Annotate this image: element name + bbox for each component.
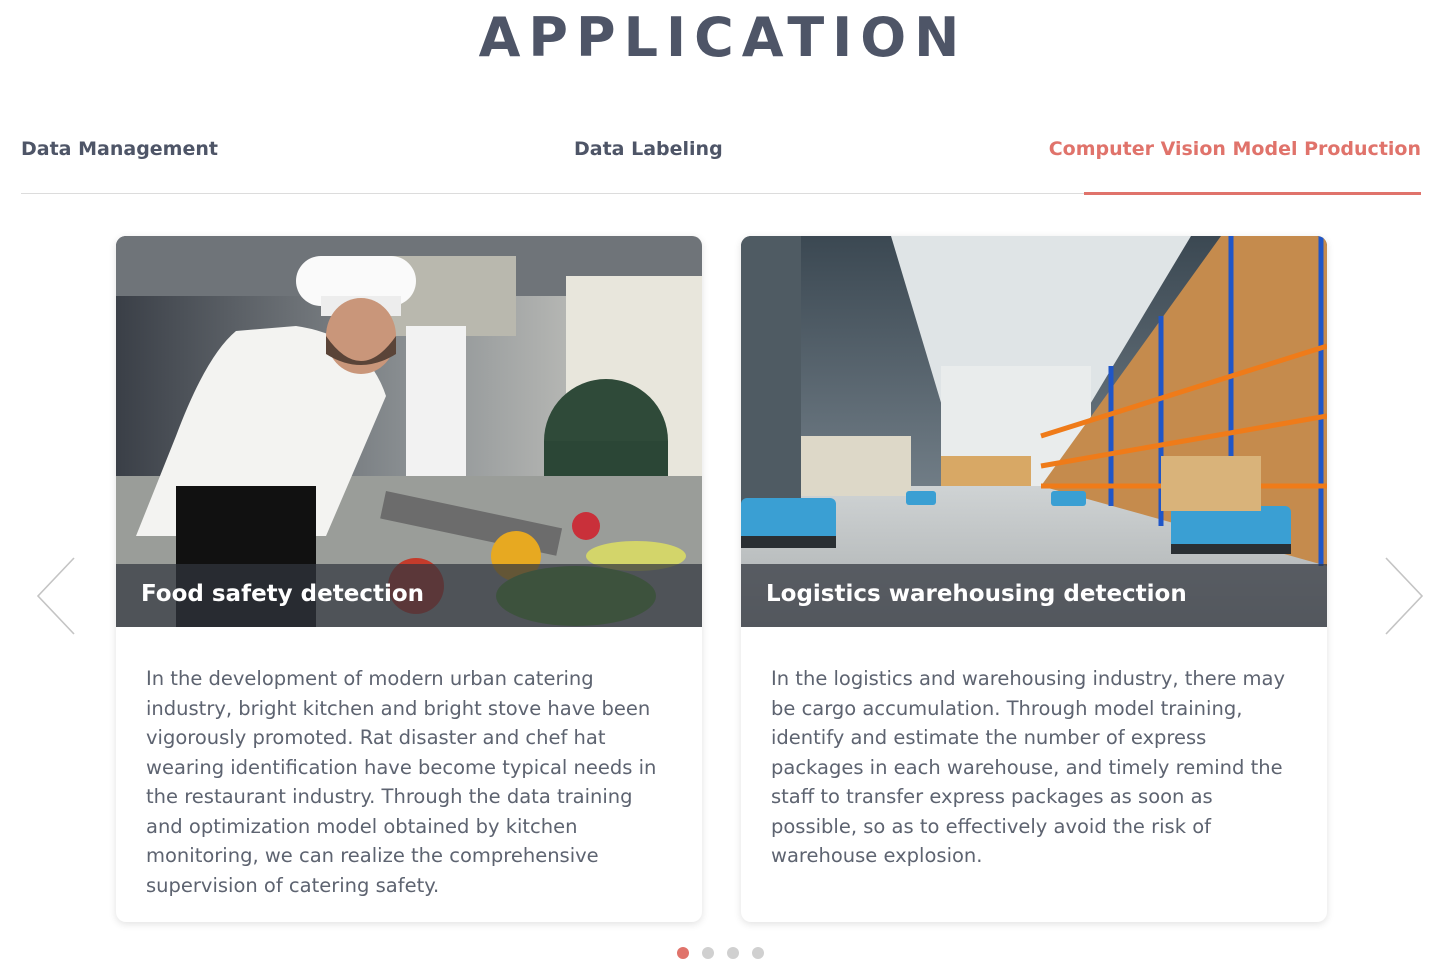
tab-computer-vision-model-production[interactable]: Computer Vision Model Production xyxy=(1049,138,1421,160)
card-logistics-warehousing[interactable]: Logistics warehousing detection In the l… xyxy=(741,236,1327,922)
active-tab-indicator xyxy=(1084,192,1421,195)
card-food-safety[interactable]: Food safety detection In the development… xyxy=(116,236,702,922)
application-tabs: Data Management Data Labeling Computer V… xyxy=(21,128,1421,195)
carousel-pagination xyxy=(677,947,764,959)
chevron-right-icon xyxy=(1385,557,1424,635)
card-title: Logistics warehousing detection xyxy=(766,581,1187,607)
chevron-left-icon xyxy=(36,557,75,635)
pagination-dot[interactable] xyxy=(752,947,764,959)
card-description: In the development of modern urban cater… xyxy=(146,667,657,897)
tab-data-management[interactable]: Data Management xyxy=(21,138,218,160)
carousel-prev-button[interactable] xyxy=(30,556,80,636)
carousel-next-button[interactable] xyxy=(1380,556,1430,636)
pagination-dot[interactable] xyxy=(727,947,739,959)
pagination-dot[interactable] xyxy=(702,947,714,959)
card-description: In the logistics and warehousing industr… xyxy=(771,667,1286,867)
page-title: APPLICATION xyxy=(478,6,968,69)
tab-data-labeling[interactable]: Data Labeling xyxy=(574,138,723,160)
pagination-dot[interactable] xyxy=(677,947,689,959)
card-title: Food safety detection xyxy=(141,581,425,607)
